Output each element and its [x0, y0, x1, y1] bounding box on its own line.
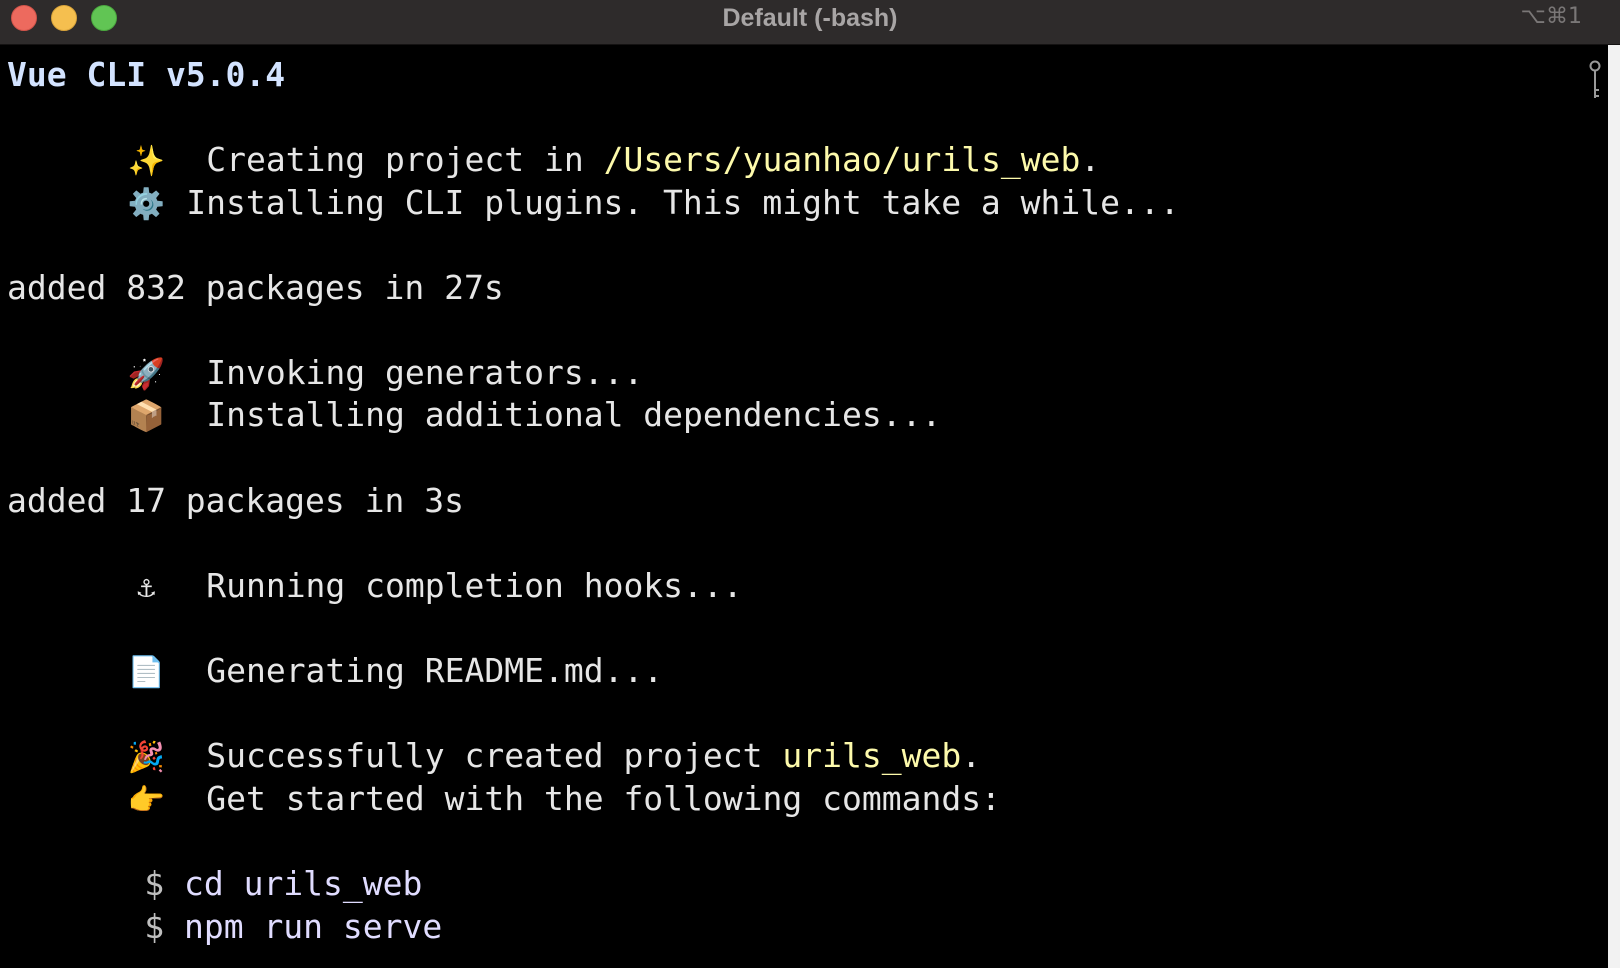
- pointing-hand-icon: 👉: [127, 783, 165, 818]
- window-shortcut: ⌥⌘1: [1520, 4, 1582, 29]
- readme-line: 📄 Generating README.md...: [7, 608, 664, 690]
- window-title: Default (-bash): [722, 4, 898, 32]
- success-line: 🎉 Successfully created project urils_web.: [7, 693, 982, 775]
- prompt-symbol: $: [144, 907, 165, 946]
- cli-version-line: Vue CLI v5.0.4: [7, 55, 286, 94]
- added-packages-line-2: added 17 packages in 3s: [7, 481, 464, 520]
- terminal-window: Default (-bash) ⌥⌘1 Vue CLI v5.0.4 ✨ Crea…: [0, 0, 1620, 968]
- title-bar[interactable]: Default (-bash) ⌥⌘1: [0, 0, 1620, 45]
- document-icon: 📄: [127, 655, 165, 690]
- gear-icon: ⚙️: [127, 187, 165, 222]
- key-icon: [1589, 60, 1601, 98]
- scrollbar-track[interactable]: [1608, 45, 1620, 968]
- added-packages-line-1: added 832 packages in 27s: [7, 268, 504, 307]
- get-started-text: Get started with the following commands:: [206, 779, 1001, 818]
- readme-text: Generating README.md...: [206, 651, 664, 690]
- creating-project-line: ✨ Creating project in /Users/yuanhao/uril…: [7, 97, 1101, 179]
- package-icon: 📦: [127, 399, 165, 434]
- invoking-generators-line: 🚀 Invoking generators...: [7, 310, 644, 392]
- installing-plugins-text: Installing CLI plugins. This might take …: [186, 183, 1180, 222]
- command-text: npm run serve: [183, 907, 443, 946]
- installing-deps-line: 📦 Installing additional dependencies...: [7, 352, 942, 434]
- completion-hooks-text: Running completion hooks...: [206, 566, 743, 605]
- get-started-line: 👉 Get started with the following commands…: [7, 736, 1001, 818]
- completion-hooks-line: ⚓ Running completion hooks...: [7, 523, 742, 605]
- command-line-2: $ npm run serve: [25, 864, 442, 946]
- terminal-output[interactable]: Vue CLI v5.0.4 ✨ Creating project in /Use…: [7, 50, 1577, 965]
- installing-plugins-line: ⚙️ Installing CLI plugins. This might tak…: [7, 140, 1180, 222]
- installing-deps-text: Installing additional dependencies...: [206, 395, 942, 434]
- command-line-1: $ cd urils_web: [25, 821, 422, 903]
- anchor-icon: ⚓: [137, 570, 156, 605]
